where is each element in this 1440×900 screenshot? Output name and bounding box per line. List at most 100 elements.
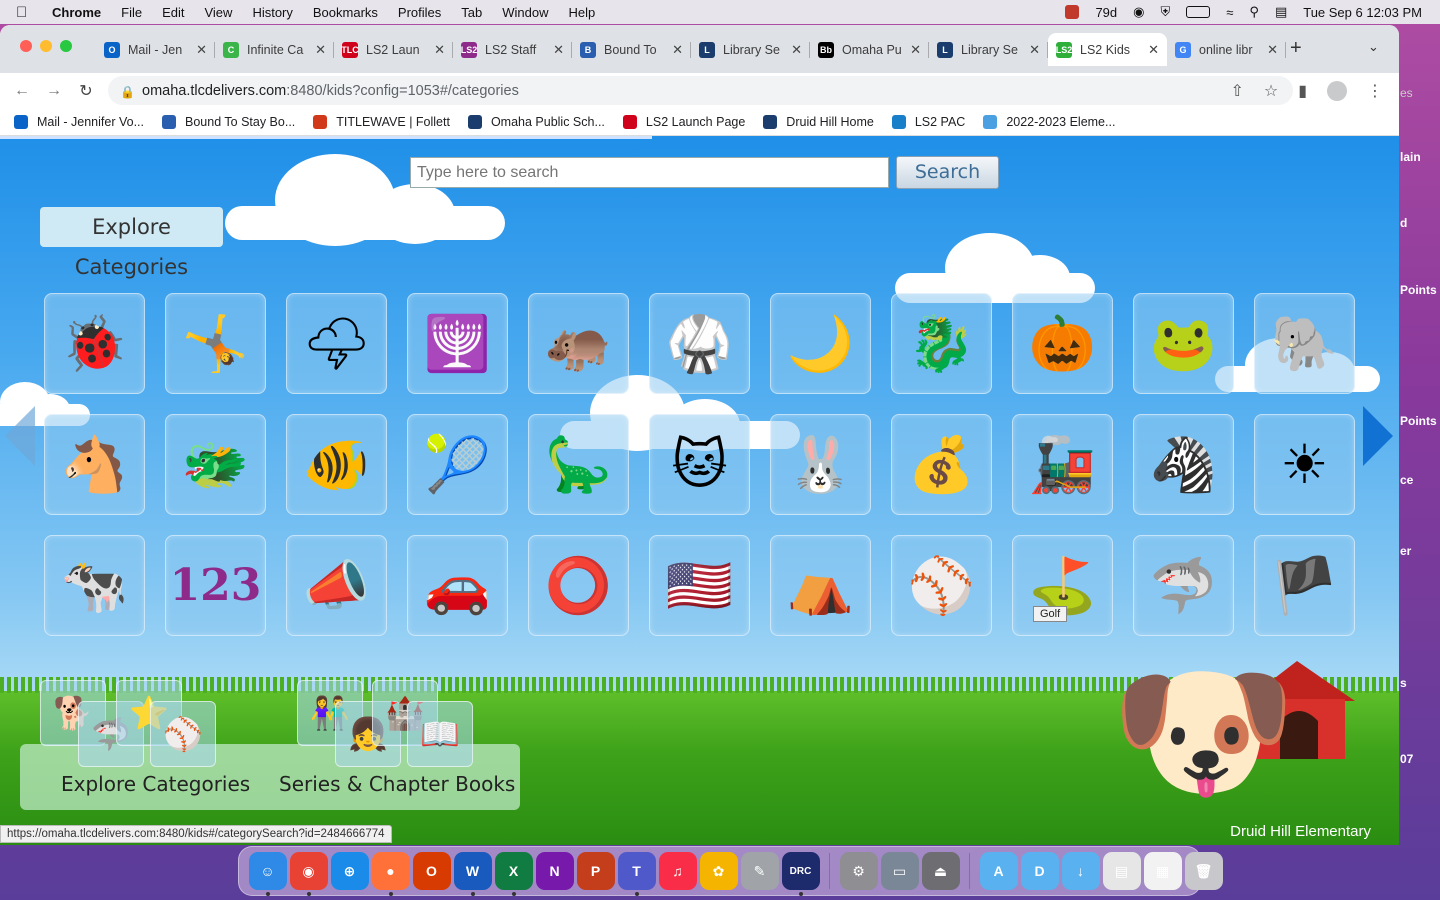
close-tab-icon[interactable]: ✕ <box>553 42 564 58</box>
drc-insight-dock-icon[interactable]: DRC <box>781 852 820 896</box>
firefox-dock-icon[interactable]: ● <box>371 852 410 896</box>
category-tile[interactable]: 🐄 <box>44 535 145 636</box>
weather-temp[interactable]: 79d <box>1095 5 1117 20</box>
powerpoint-dock-icon[interactable]: P <box>576 852 615 890</box>
category-tile[interactable]: 🦈 <box>1133 535 1234 636</box>
menu-help[interactable]: Help <box>569 5 596 20</box>
bookmark-item[interactable]: LS2 PAC <box>891 114 965 129</box>
back-arrow-icon[interactable]: ← <box>6 82 38 100</box>
category-tile[interactable]: 🕎 <box>407 293 508 394</box>
utility-dock-icon[interactable]: ⏏ <box>921 852 960 890</box>
bookmark-item[interactable]: TITLEWAVE | Follett <box>313 114 450 129</box>
category-tile[interactable]: 🐱 <box>649 414 750 515</box>
script-editor-dock-icon[interactable]: ✎ <box>740 852 779 890</box>
category-tile[interactable]: 🌙 <box>770 293 871 394</box>
category-tile[interactable]: 🐲 <box>165 414 266 515</box>
category-tile[interactable]: 🎾 <box>407 414 508 515</box>
category-tile[interactable]: 🏴 <box>1254 535 1355 636</box>
category-tile[interactable]: 🐘 <box>1254 293 1355 394</box>
wifi-icon[interactable]: ≈ <box>1226 5 1233 20</box>
safari-dock-icon[interactable]: ⊕ <box>330 852 369 890</box>
downloads-folder-dock-icon[interactable]: ↓ <box>1061 852 1100 890</box>
series-chapter-books-link[interactable]: Series & Chapter Books <box>279 772 515 796</box>
category-tile[interactable]: 🚂 <box>1012 414 1113 515</box>
address-bar[interactable]: 🔒 omaha.tlcdelivers.com:8480/kids?config… <box>108 76 1293 105</box>
zoom-window-button[interactable] <box>60 40 72 52</box>
bookmark-item[interactable]: Omaha Public Sch... <box>467 114 605 129</box>
menu-window[interactable]: Window <box>502 5 548 20</box>
spotlight-search-icon[interactable]: ⚲ <box>1249 4 1259 20</box>
kebab-menu-icon[interactable]: ⋮ <box>1367 81 1383 101</box>
close-window-button[interactable] <box>20 40 32 52</box>
browser-tab[interactable]: Gonline libr ✕ <box>1167 33 1286 66</box>
battery-icon[interactable] <box>1186 6 1211 18</box>
menu-bookmarks[interactable]: Bookmarks <box>313 5 378 20</box>
category-tile[interactable]: 🐰 <box>770 414 871 515</box>
reload-icon[interactable]: ↻ <box>70 81 102 101</box>
category-tile[interactable]: 123 <box>165 535 266 636</box>
close-tab-icon[interactable]: ✕ <box>1148 42 1159 58</box>
close-tab-icon[interactable]: ✕ <box>315 42 326 58</box>
close-tab-icon[interactable]: ✕ <box>672 42 683 58</box>
bookmark-item[interactable]: Druid Hill Home <box>763 114 874 129</box>
recent-window-dock-icon[interactable]: ▤ <box>1102 852 1141 890</box>
close-tab-icon[interactable]: ✕ <box>434 42 445 58</box>
category-tile[interactable]: 🐞 <box>44 293 145 394</box>
bookmark-item[interactable]: 2022-2023 Eleme... <box>983 114 1115 129</box>
trash-dock-icon[interactable]: 🗑 <box>1184 852 1223 890</box>
close-tab-icon[interactable]: ✕ <box>196 42 207 58</box>
category-tile[interactable]: ☀ <box>1254 414 1355 515</box>
bookmark-item[interactable]: LS2 Launch Page <box>622 114 745 129</box>
browser-tab[interactable]: L Library Se ✕ <box>691 33 810 66</box>
bookmark-item[interactable]: Bound To Stay Bo... <box>162 114 295 129</box>
lock-icon[interactable]: 🔒 <box>120 85 135 99</box>
category-tile[interactable]: 🥋 <box>649 293 750 394</box>
browser-tab[interactable]: B Bound To ✕ <box>572 33 691 66</box>
browser-tab[interactable]: LS2 LS2 Kids ✕ <box>1048 33 1167 66</box>
screenshot-dock-icon[interactable]: ▭ <box>880 852 919 890</box>
menu-edit[interactable]: Edit <box>162 5 184 20</box>
teams-dock-icon[interactable]: T <box>617 852 656 896</box>
next-page-arrow-icon[interactable] <box>1363 406 1393 466</box>
category-tile[interactable]: 📣 <box>286 535 387 636</box>
category-tile[interactable]: 🐸 <box>1133 293 1234 394</box>
browser-tab[interactable]: LS2 LS2 Staff ✕ <box>453 33 572 66</box>
category-tile[interactable]: ⛺ <box>770 535 871 636</box>
browser-tab[interactable]: L Library Se ✕ <box>929 33 1048 66</box>
side-panel-icon[interactable]: ▮ <box>1298 81 1307 101</box>
menu-view[interactable]: View <box>204 5 232 20</box>
category-tile[interactable]: 🌩 <box>286 293 387 394</box>
word-dock-icon[interactable]: W <box>453 852 492 896</box>
profile-avatar-icon[interactable] <box>1327 80 1347 101</box>
category-tile[interactable]: 🇺🇸 <box>649 535 750 636</box>
browser-tab[interactable]: C Infinite Ca ✕ <box>215 33 334 66</box>
category-tile[interactable]: 🤸 <box>165 293 266 394</box>
finder-dock-icon[interactable]: ☺ <box>248 852 287 896</box>
catalog-search-input[interactable] <box>410 157 889 188</box>
office-dock-icon[interactable]: O <box>412 852 451 890</box>
category-tile[interactable]: 🎃 <box>1012 293 1113 394</box>
category-tile[interactable]: 🦕 <box>528 414 629 515</box>
menu-file[interactable]: File <box>121 5 142 20</box>
category-tile[interactable]: 💰 <box>891 414 992 515</box>
menu-profiles[interactable]: Profiles <box>398 5 441 20</box>
recent-window-2-dock-icon[interactable]: ▦ <box>1143 852 1182 890</box>
system-preferences-dock-icon[interactable]: ⚙ <box>839 852 878 890</box>
close-tab-icon[interactable]: ✕ <box>1267 42 1278 58</box>
excel-dock-icon[interactable]: X <box>494 852 533 896</box>
close-tab-icon[interactable]: ✕ <box>791 42 802 58</box>
documents-folder-dock-icon[interactable]: D <box>1020 852 1059 890</box>
shield-icon[interactable]: ⛨ <box>1161 4 1171 20</box>
bookmark-item[interactable]: Mail - Jennifer Vo... <box>14 114 144 129</box>
new-tab-button[interactable]: + <box>1290 37 1302 60</box>
share-icon[interactable]: ⇧ <box>1230 81 1243 101</box>
menu-app-name[interactable]: Chrome <box>52 5 101 20</box>
explore-categories-link[interactable]: Explore Categories <box>61 772 250 796</box>
minimize-window-button[interactable] <box>40 40 52 52</box>
applications-folder-dock-icon[interactable]: A <box>979 852 1018 890</box>
search-button[interactable]: Search <box>896 156 999 189</box>
previous-page-arrow-icon[interactable] <box>5 406 35 466</box>
category-tile[interactable]: 🐉 <box>891 293 992 394</box>
forward-arrow-icon[interactable]: → <box>38 82 70 100</box>
category-tile[interactable]: 🐠 <box>286 414 387 515</box>
